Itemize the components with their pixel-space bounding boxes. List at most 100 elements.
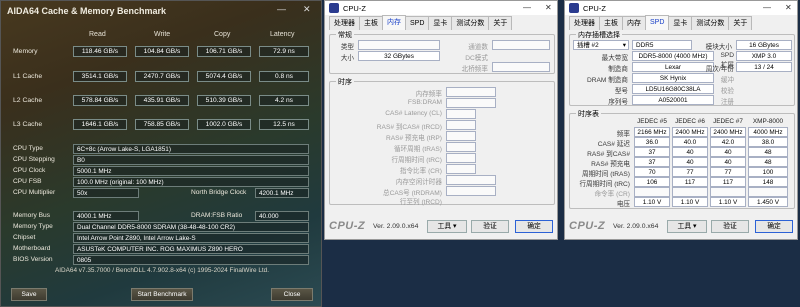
- close-button[interactable]: Close: [271, 288, 313, 301]
- tab-bench[interactable]: 测试分数: [691, 16, 730, 30]
- cell-freq-j6: 2400 MHz: [672, 127, 708, 137]
- timing-value-trdram: [446, 186, 496, 196]
- tab-about[interactable]: 关于: [728, 16, 753, 30]
- row-label-cas: CAS# 延迟: [597, 141, 630, 148]
- tools-label: 工具: [437, 223, 452, 230]
- nb-freq-label: 北桥频率: [461, 66, 488, 73]
- bios-value: 0805: [73, 255, 309, 265]
- correction-label: 校验: [720, 88, 734, 95]
- row-label-tras: 周期时间 (tRAS): [582, 171, 630, 178]
- cpu-clock-value: 5000.1 MHz: [73, 166, 309, 176]
- timing-value-tras: [446, 142, 476, 152]
- l1-latency: 0.8 ns: [259, 71, 309, 82]
- cell-volt-j7: 1.10 V: [710, 197, 746, 207]
- l2-read: 578.84 GB/s: [73, 95, 127, 106]
- aida-footer: AIDA64 v7.35.7000 / BenchDLL 4.7.902.8-x…: [55, 267, 269, 274]
- row-label-voltage: 电压: [616, 201, 630, 208]
- close-icon[interactable]: ✕: [785, 3, 792, 12]
- save-button[interactable]: Save: [11, 288, 47, 301]
- cell-freq-j7: 2400 MHz: [710, 127, 746, 137]
- max-bandwidth-value: DDR5-8000 (4000 MHz): [632, 51, 714, 61]
- tab-spd[interactable]: SPD: [645, 15, 670, 30]
- cell-trp-j7: 40: [710, 157, 746, 167]
- close-icon[interactable]: ✕: [303, 4, 311, 15]
- timing-label-freq: 内存频率: [415, 91, 442, 98]
- l1-write: 2470.7 GB/s: [135, 71, 189, 82]
- tab-graphics[interactable]: 显卡: [428, 16, 453, 30]
- channels-label: 通道数: [468, 44, 488, 51]
- tab-mainboard[interactable]: 主板: [599, 16, 623, 30]
- timing-label-row-col: 行至列 (tRCD): [399, 199, 442, 206]
- timing-label-trcd: RAS# 到CAS# (tRCD): [376, 124, 442, 131]
- label-cpu-stepping: CPU Stepping: [13, 156, 55, 163]
- cell-trp-j5: 37: [634, 157, 670, 167]
- cpu-multiplier-value: 50x: [73, 188, 139, 198]
- cpu-fsb-value: 100.0 MHz (original: 100 MHz): [73, 177, 309, 187]
- tab-graphics[interactable]: 显卡: [668, 16, 693, 30]
- nb-freq-value: [492, 62, 550, 72]
- module-size-value: 16 GBytes: [736, 40, 792, 50]
- tab-about[interactable]: 关于: [488, 16, 513, 30]
- label-cpu-fsb: CPU FSB: [13, 178, 42, 185]
- l2-latency: 4.2 ns: [259, 95, 309, 106]
- timing-value-idle: [446, 175, 496, 185]
- tools-button[interactable]: 工具 ▾: [427, 220, 467, 233]
- start-benchmark-button[interactable]: Start Benchmark: [131, 288, 193, 301]
- ok-button[interactable]: 确定: [515, 220, 553, 233]
- tab-cpu[interactable]: 处理器: [329, 16, 360, 30]
- l3-write: 758.85 GB/s: [135, 119, 189, 130]
- tab-spd[interactable]: SPD: [405, 16, 430, 30]
- row-label-l2: L2 Cache: [13, 97, 43, 104]
- timing-value-cr: [446, 164, 476, 174]
- label-bios: BIOS Version: [13, 256, 53, 263]
- size-value: 32 GBytes: [358, 51, 440, 61]
- tab-memory[interactable]: 内存: [622, 16, 646, 30]
- close-icon[interactable]: ✕: [545, 3, 552, 12]
- week-year-value: 13 / 24: [736, 62, 792, 72]
- timing-table-group: 时序表 JEDEC #5 JEDEC #6 JEDEC #7 XMP-8000 …: [569, 109, 795, 209]
- dram-ratio-value: 40.000: [255, 211, 309, 221]
- cell-trp-j6: 40: [672, 157, 708, 167]
- validate-button[interactable]: 验证: [711, 220, 749, 233]
- col-copy: Copy: [214, 31, 231, 38]
- tab-cpu[interactable]: 处理器: [569, 16, 600, 30]
- cpuz-logo-icon: [569, 3, 579, 13]
- memory-bus-value: 4000.1 MHz: [73, 211, 139, 221]
- max-bandwidth-label: 最大带宽: [601, 55, 628, 62]
- validate-button[interactable]: 验证: [471, 220, 509, 233]
- col-write: Write: [154, 31, 171, 38]
- tools-button[interactable]: 工具 ▾: [667, 220, 707, 233]
- tab-bench[interactable]: 测试分数: [451, 16, 490, 30]
- tab-memory[interactable]: 内存: [382, 15, 406, 30]
- timings-group: 时序 内存频率 FSB:DRAM CAS# Latency (CL) RAS# …: [329, 77, 555, 206]
- cpu-stepping-value: B0: [73, 155, 309, 165]
- label-cpu-type: CPU Type: [13, 145, 43, 152]
- chevron-down-icon: ▾: [622, 42, 626, 49]
- row-label-cr: 命令率 (CR): [594, 191, 630, 198]
- tab-mainboard[interactable]: 主板: [359, 16, 383, 30]
- cell-trcd-j7: 40: [710, 147, 746, 157]
- ok-button[interactable]: 确定: [755, 220, 793, 233]
- l1-read: 3514.1 GB/s: [73, 71, 127, 82]
- chipset-value: Intel Arrow Point Z890, Intel Arrow Lake…: [73, 233, 309, 243]
- slot-select[interactable]: 插槽 #2 ▾: [573, 40, 629, 50]
- minimize-icon[interactable]: —: [763, 3, 771, 12]
- nb-clock-value: 4200.1 MHz: [255, 188, 309, 198]
- row-label-trc: 行周期时间 (tRC): [579, 181, 630, 188]
- timing-value-fsb: [446, 98, 496, 108]
- cpuz-brand: CPU-Z: [329, 220, 366, 232]
- cell-trc-j5: 106: [634, 177, 670, 187]
- cell-freq-j5: 2166 MHz: [634, 127, 670, 137]
- general-group: 常规 类型 大小 32 GBytes 通道数 DC模式 北桥频率: [329, 30, 555, 74]
- cell-cr-j7: [710, 187, 746, 197]
- cell-cr-j5: [634, 187, 670, 197]
- cell-trc-xmp: 148: [748, 177, 788, 187]
- minimize-icon[interactable]: —: [277, 4, 286, 14]
- l2-write: 435.91 GB/s: [135, 95, 189, 106]
- tab-bar: 处理器 主板 内存 SPD 显卡 测试分数 关于: [329, 15, 513, 30]
- minimize-icon[interactable]: —: [523, 3, 531, 12]
- cpu-type-value: 6C+8c (Arrow Lake-S, LGA1851): [73, 144, 309, 154]
- tools-label: 工具: [677, 223, 692, 230]
- row-label-l1: L1 Cache: [13, 73, 43, 80]
- label-memory-type: Memory Type: [13, 223, 53, 230]
